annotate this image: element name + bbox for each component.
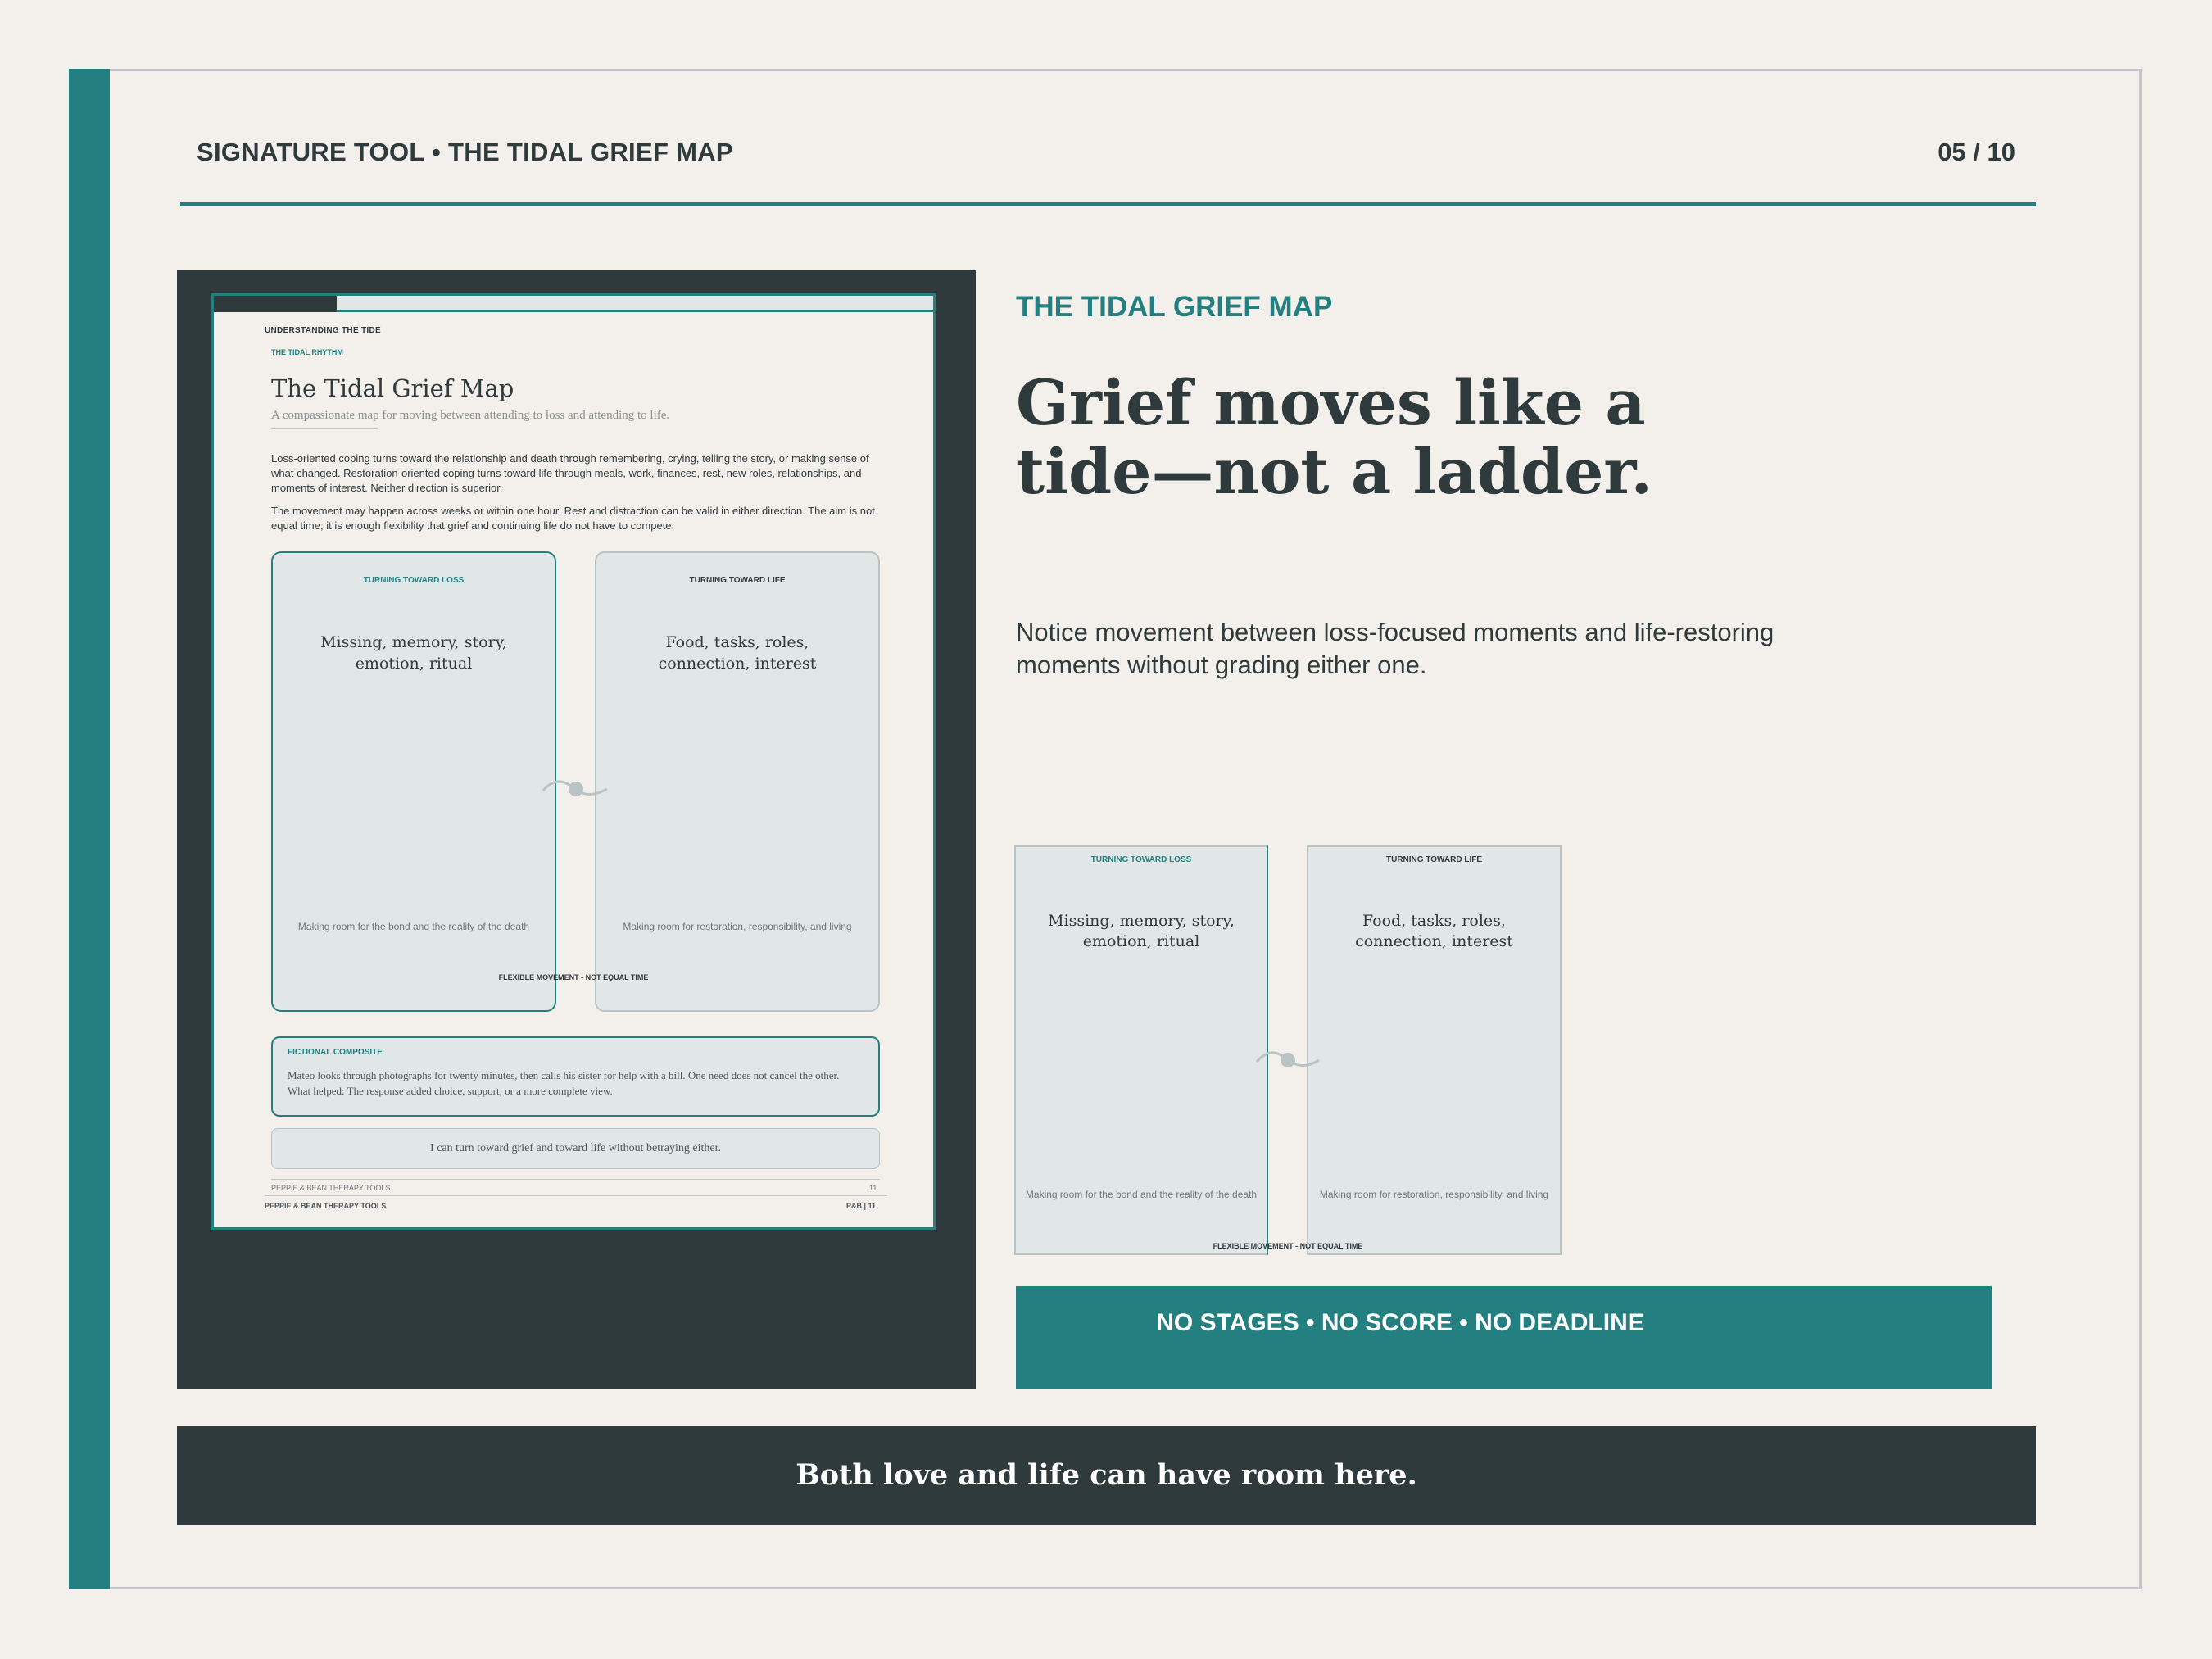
- mini-flex-label: FLEXIBLE MOVEMENT - NOT EQUAL TIME: [1213, 1242, 1363, 1250]
- preview-loss-main: Missing, memory, story, emotion, ritual: [320, 633, 507, 673]
- wave-icon: [542, 780, 608, 796]
- mini-life-label: TURNING TOWARD LIFE: [1385, 855, 1483, 864]
- footer-tagline: Both love and life can have room here.: [796, 1458, 1417, 1492]
- page-indicator: 05 / 10: [1938, 138, 2015, 166]
- preview-brand-right: P&B | 11: [846, 1202, 877, 1210]
- header-divider: [180, 202, 2036, 206]
- wave-icon: [1255, 1051, 1320, 1067]
- principle-banner-text: NO STAGES • NO SCORE • NO DEADLINE: [1156, 1309, 1644, 1336]
- mini-loss-label: TURNING TOWARD LOSS: [1090, 855, 1192, 864]
- content-body: Notice movement between loss-focused mom…: [1016, 618, 1775, 679]
- preview-kicker: UNDERSTANDING THE TIDE: [265, 326, 381, 335]
- preview-composite-label: FICTIONAL COMPOSITE: [288, 1048, 383, 1057]
- mini-loss-main: Missing, memory, story, emotion, ritual: [1048, 912, 1235, 950]
- footer-bar: Both love and life can have room here.: [177, 1426, 2036, 1525]
- preview-footer-rule: [271, 1179, 880, 1180]
- mini-life-main: Food, tasks, roles, connection, interest: [1355, 912, 1513, 950]
- preview-footer-right: 11: [869, 1184, 877, 1192]
- headline-line-2: tide—not a ladder.: [1016, 435, 1652, 508]
- preview-paragraph-1: Loss-oriented coping turns toward the re…: [271, 452, 869, 494]
- preview-affirmation: I can turn toward grief and toward life …: [271, 1128, 880, 1169]
- accent-bar: [69, 69, 110, 1589]
- preview-top-tab: [214, 296, 337, 312]
- preview-footer-left: PEPPIE & BEAN THERAPY TOOLS: [271, 1184, 391, 1192]
- content-headline: Grief moves like a tide—not a ladder.: [1016, 369, 1835, 506]
- preview-life-card: TURNING TOWARD LIFE Food, tasks, roles, …: [595, 551, 880, 1012]
- preview-paragraph-2: The movement may happen across weeks or …: [271, 505, 875, 532]
- tide-diagram: TURNING TOWARD LOSS Missing, memory, sto…: [1014, 845, 1562, 1255]
- preview-life-label: TURNING TOWARD LIFE: [689, 576, 786, 585]
- worksheet-preview: UNDERSTANDING THE TIDE THE TIDAL RHYTHM …: [211, 293, 936, 1230]
- preview-title: The Tidal Grief Map: [271, 374, 514, 402]
- preview-life-main: Food, tasks, roles, connection, interest: [658, 633, 817, 673]
- headline-line-1: Grief moves like a: [1016, 366, 1646, 439]
- preview-loss-foot: Making room for the bond and the reality…: [297, 921, 530, 932]
- principle-banner: NO STAGES • NO SCORE • NO DEADLINE: [1016, 1286, 1992, 1389]
- preview-brand-rule: [265, 1195, 887, 1196]
- slide-header-title: SIGNATURE TOOL • THE TIDAL GRIEF MAP: [197, 138, 733, 166]
- mini-life-card: TURNING TOWARD LIFE Food, tasks, roles, …: [1307, 845, 1562, 1255]
- preview-composite-text: Mateo looks through photographs for twen…: [288, 1069, 840, 1097]
- preview-brand-left: PEPPIE & BEAN THERAPY TOOLS: [265, 1202, 387, 1210]
- preview-composite-box: FICTIONAL COMPOSITE Mateo looks through …: [271, 1036, 880, 1117]
- preview-flex-label: FLEXIBLE MOVEMENT - NOT EQUAL TIME: [498, 973, 649, 981]
- content-kicker: THE TIDAL GRIEF MAP: [1016, 291, 1333, 323]
- preview-subtitle-rule: [271, 428, 378, 429]
- preview-life-foot: Making room for restoration, responsibil…: [623, 921, 852, 932]
- mini-loss-foot: Making room for the bond and the reality…: [1025, 1189, 1258, 1200]
- preview-section-label: THE TIDAL RHYTHM: [271, 348, 343, 356]
- mini-loss-card: TURNING TOWARD LOSS Missing, memory, sto…: [1014, 845, 1268, 1255]
- preview-subtitle: A compassionate map for moving between a…: [271, 409, 670, 422]
- mini-life-foot: Making room for restoration, responsibil…: [1319, 1189, 1549, 1200]
- preview-loss-label: TURNING TOWARD LOSS: [363, 576, 465, 585]
- preview-loss-card: TURNING TOWARD LOSS Missing, memory, sto…: [271, 551, 556, 1012]
